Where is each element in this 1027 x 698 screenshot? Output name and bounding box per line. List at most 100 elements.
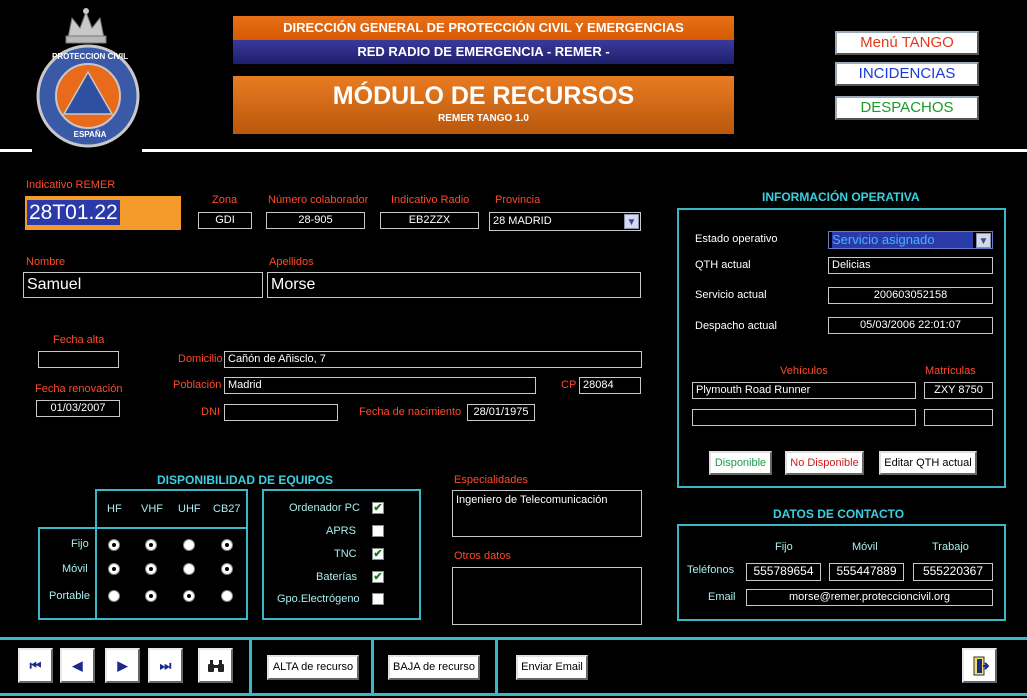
row-fijo: Fijo <box>71 538 89 550</box>
disponible-button[interactable]: Disponible <box>709 451 772 475</box>
footer-top-line <box>0 637 1027 640</box>
fecha-renovacion-field[interactable]: 01/03/2007 <box>36 400 120 417</box>
editar-qth-button[interactable]: Editar QTH actual <box>879 451 977 475</box>
nombre-field[interactable]: Samuel <box>23 272 263 298</box>
radio-portable-vhf[interactable] <box>145 590 157 602</box>
nombre-label: Nombre <box>26 256 66 268</box>
fecha-alta-label: Fecha alta <box>53 334 105 346</box>
tel-movil-field[interactable]: 555447889 <box>829 563 904 581</box>
email-field[interactable]: morse@remer.proteccioncivil.org <box>746 589 993 606</box>
module-banner: MÓDULO DE RECURSOS REMER TANGO 1.0 <box>233 76 734 134</box>
nacimiento-label: Fecha de nacimiento <box>359 406 462 418</box>
org-banner: DIRECCIÓN GENERAL DE PROTECCIÓN CIVIL Y … <box>233 16 734 40</box>
zona-field[interactable]: GDI <box>198 212 252 229</box>
tel-fijo-field[interactable]: 555789654 <box>746 563 821 581</box>
estado-select[interactable]: Servicio asignado ▼ <box>828 231 993 249</box>
matricula-1-field[interactable]: ZXY 8750 <box>924 382 993 399</box>
fecha-alta-field[interactable] <box>38 351 119 368</box>
numero-label: Número colaborador <box>268 194 369 206</box>
skip-last-icon: ⏭ <box>159 658 172 673</box>
cp-field[interactable]: 28084 <box>579 377 641 394</box>
radio-móvil-uhf[interactable] <box>183 563 195 575</box>
cp-label: CP <box>561 379 577 391</box>
module-title: MÓDULO DE RECURSOS <box>332 82 635 110</box>
skip-first-icon: ⏮ <box>29 658 42 673</box>
radio-móvil-cb27[interactable] <box>221 563 233 575</box>
nacimiento-field[interactable]: 28/01/1975 <box>467 404 535 421</box>
menu-tango-button[interactable]: Menú TANGO <box>835 31 979 55</box>
numero-field[interactable]: 28-905 <box>266 212 365 229</box>
radio-fijo-hf[interactable] <box>108 539 120 551</box>
exit-button[interactable] <box>962 648 997 683</box>
chevron-down-icon[interactable]: ▼ <box>624 214 639 229</box>
enviar-email-button[interactable]: Enviar Email <box>516 655 588 680</box>
vehiculo-2-field[interactable] <box>692 409 916 426</box>
matriculas-label: Matrículas <box>925 365 976 377</box>
indicativo-value: 28T01.22 <box>27 200 120 225</box>
matricula-2-field[interactable] <box>924 409 993 426</box>
servicio-field[interactable]: 200603052158 <box>828 287 993 304</box>
search-button[interactable] <box>198 648 233 683</box>
radio-móvil-hf[interactable] <box>108 563 120 575</box>
first-record-button[interactable]: ⏮ <box>18 648 53 683</box>
apellidos-label: Apellidos <box>269 256 314 268</box>
header-divider-left <box>0 149 32 152</box>
estado-label: Estado operativo <box>695 233 778 245</box>
check-label-baterias: Baterías <box>316 571 357 583</box>
vehiculo-1-field[interactable]: Plymouth Road Runner <box>692 382 916 399</box>
qth-field[interactable]: Delicias <box>828 257 993 274</box>
zona-label: Zona <box>212 194 238 206</box>
incidencias-button[interactable]: INCIDENCIAS <box>835 62 979 86</box>
telefonos-label: Teléfonos <box>687 564 735 576</box>
radio-fijo-cb27[interactable] <box>221 539 233 551</box>
logo-text-bottom: ESPAÑA <box>73 130 107 139</box>
domicilio-field[interactable]: Cañón de Añisclo, 7 <box>224 351 642 368</box>
checkbox-1[interactable] <box>372 525 384 537</box>
estado-value: Servicio asignado <box>832 232 973 248</box>
baja-recurso-button[interactable]: BAJA de recurso <box>388 655 480 680</box>
poblacion-field[interactable]: Madrid <box>224 377 536 394</box>
radio-portable-cb27[interactable] <box>221 590 233 602</box>
binoculars-icon <box>207 660 224 672</box>
prev-record-button[interactable]: ◀ <box>60 648 95 683</box>
footer-separator <box>249 640 252 694</box>
apellidos-field[interactable]: Morse <box>267 272 641 298</box>
footer-separator <box>371 640 374 694</box>
despachos-button[interactable]: DESPACHOS <box>835 96 979 120</box>
checkbox-0[interactable]: ✔ <box>372 502 384 514</box>
header-divider-right <box>142 149 1027 152</box>
otros-datos-label: Otros datos <box>454 550 511 562</box>
checkbox-3[interactable]: ✔ <box>372 571 384 583</box>
col-vhf: VHF <box>141 503 163 515</box>
radio-field[interactable]: EB2ZZX <box>380 212 479 229</box>
no-disponible-button[interactable]: No Disponible <box>785 451 864 475</box>
checkbox-4[interactable] <box>372 593 384 605</box>
especialidades-textarea[interactable]: Ingeniero de Telecomunicación <box>452 490 642 537</box>
chevron-down-icon[interactable]: ▼ <box>976 233 991 248</box>
alta-recurso-button[interactable]: ALTA de recurso <box>267 655 359 680</box>
radio-fijo-uhf[interactable] <box>183 539 195 551</box>
arrow-right-icon: ▶ <box>117 658 128 673</box>
provincia-select[interactable]: 28 MADRID ▼ <box>489 212 641 231</box>
tel-trabajo-field[interactable]: 555220367 <box>913 563 993 581</box>
operativa-title: INFORMACIÓN OPERATIVA <box>762 190 920 204</box>
otros-datos-textarea[interactable] <box>452 567 642 625</box>
indicativo-field[interactable]: 28T01.22 <box>25 196 181 230</box>
dni-field[interactable] <box>224 404 338 421</box>
vehiculos-label: Vehículos <box>780 365 828 377</box>
equipos-title: DISPONIBILIDAD DE EQUIPOS <box>157 473 334 487</box>
checkbox-2[interactable]: ✔ <box>372 548 384 560</box>
footer-separator <box>495 640 498 694</box>
trabajo-col-label: Trabajo <box>932 541 969 553</box>
radio-móvil-vhf[interactable] <box>145 563 157 575</box>
next-record-button[interactable]: ▶ <box>105 648 140 683</box>
radio-portable-uhf[interactable] <box>183 590 195 602</box>
radio-fijo-vhf[interactable] <box>145 539 157 551</box>
radio-portable-hf[interactable] <box>108 590 120 602</box>
last-record-button[interactable]: ⏭ <box>148 648 183 683</box>
despacho-field[interactable]: 05/03/2006 22:01:07 <box>828 317 993 334</box>
despacho-label: Despacho actual <box>695 320 777 332</box>
fijo-col-label: Fijo <box>775 541 793 553</box>
row-portable: Portable <box>49 590 90 602</box>
module-subtitle: REMER TANGO 1.0 <box>438 113 529 124</box>
